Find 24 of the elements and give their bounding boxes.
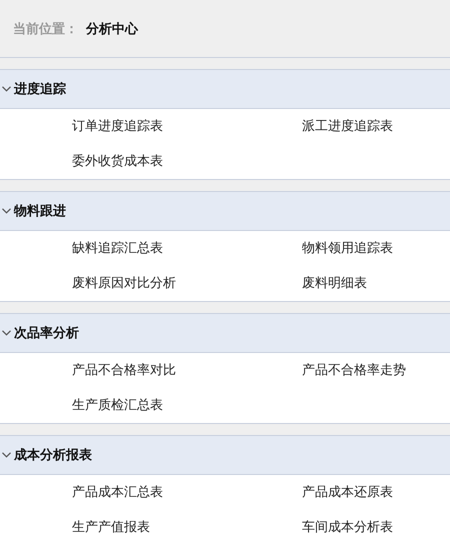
- report-link[interactable]: 委外收货成本表: [72, 144, 163, 179]
- section-title: 进度追踪: [14, 80, 66, 98]
- report-link[interactable]: 产品成本还原表: [302, 475, 393, 510]
- section-header[interactable]: 次品率分析: [0, 314, 450, 353]
- report-link[interactable]: 产品不合格率对比: [72, 353, 176, 388]
- report-link[interactable]: 车间成本分析表: [302, 510, 393, 544]
- report-link[interactable]: 派工进度追踪表: [302, 109, 393, 144]
- breadcrumb-current: 分析中心: [86, 20, 138, 38]
- section-title: 次品率分析: [14, 324, 79, 342]
- section-title: 成本分析报表: [14, 447, 92, 464]
- section-header[interactable]: 进度追踪: [0, 70, 450, 109]
- section-header[interactable]: 物料跟进: [0, 192, 450, 231]
- report-link[interactable]: 订单进度追踪表: [72, 109, 163, 144]
- report-link[interactable]: 废料原因对比分析: [72, 266, 176, 301]
- report-link[interactable]: 缺料追踪汇总表: [72, 231, 163, 266]
- report-link[interactable]: 产品成本汇总表: [72, 475, 163, 510]
- report-link[interactable]: 产品不合格率走势: [302, 353, 406, 388]
- report-link[interactable]: 生产产值报表: [72, 510, 150, 544]
- section-header[interactable]: 成本分析报表: [0, 436, 450, 475]
- breadcrumb-label: 当前位置：: [13, 20, 78, 38]
- report-link[interactable]: 物料领用追踪表: [302, 231, 393, 266]
- report-link[interactable]: 生产质检汇总表: [72, 388, 163, 423]
- section-title: 物料跟进: [14, 203, 66, 220]
- report-link[interactable]: 废料明细表: [302, 266, 367, 301]
